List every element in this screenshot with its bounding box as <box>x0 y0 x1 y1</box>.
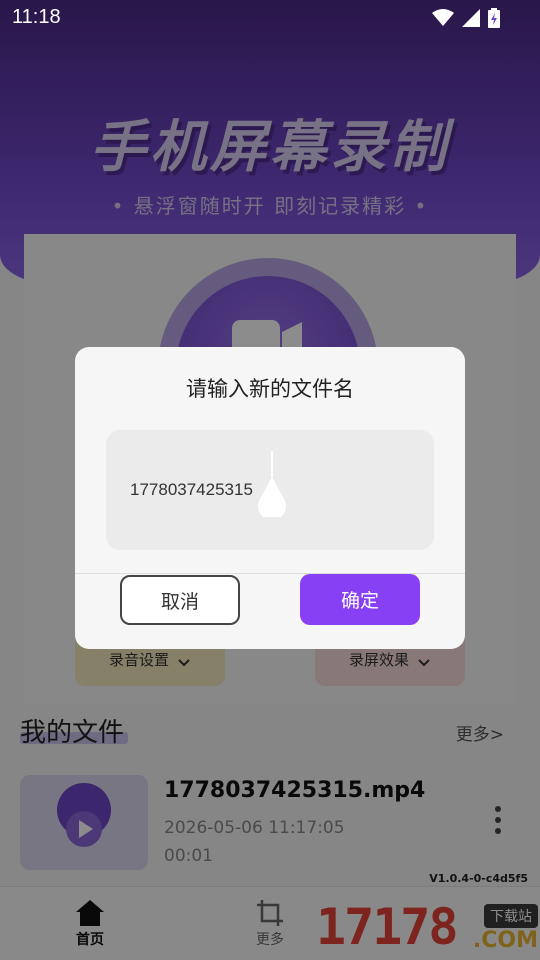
wifi-icon <box>432 9 454 26</box>
cursor-handle-icon[interactable] <box>256 477 288 517</box>
battery-charging-icon <box>488 8 500 28</box>
cancel-button[interactable]: 取消 <box>120 575 240 625</box>
status-icons <box>432 8 500 28</box>
confirm-button[interactable]: 确定 <box>300 574 420 625</box>
dialog-title: 请输入新的文件名 <box>186 377 354 401</box>
text-cursor <box>271 451 273 477</box>
signal-icon <box>462 9 480 27</box>
status-bar: 11:18 <box>0 0 540 36</box>
status-time: 11:18 <box>12 6 61 28</box>
rename-dialog: 请输入新的文件名 取消 确定 <box>75 347 465 649</box>
